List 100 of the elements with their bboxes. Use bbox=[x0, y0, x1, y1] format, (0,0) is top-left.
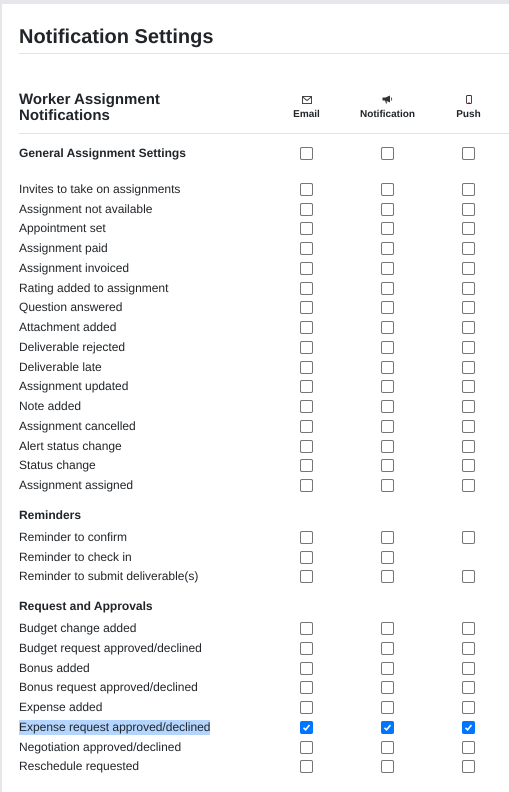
checkbox[interactable] bbox=[381, 262, 394, 275]
setting-label: Assignment cancelled bbox=[19, 418, 136, 434]
checkmark-icon bbox=[464, 722, 473, 732]
checkbox[interactable] bbox=[462, 479, 475, 492]
checkbox[interactable] bbox=[381, 340, 394, 354]
checkbox[interactable] bbox=[300, 360, 313, 374]
setting-label: Assignment paid bbox=[19, 241, 108, 256]
checkbox[interactable] bbox=[300, 701, 313, 714]
checkbox[interactable] bbox=[462, 760, 475, 774]
checkbox[interactable] bbox=[462, 360, 475, 374]
checkbox[interactable] bbox=[300, 662, 313, 675]
checkbox[interactable] bbox=[462, 146, 475, 160]
setting-label: Rating added to assignment bbox=[19, 280, 168, 296]
checkbox[interactable] bbox=[381, 380, 394, 394]
checkbox[interactable] bbox=[381, 479, 394, 492]
checkbox[interactable] bbox=[381, 321, 394, 334]
setting-label: Expense request approved/declined bbox=[19, 720, 210, 735]
setting-label: Note added bbox=[19, 399, 82, 414]
setting-label: Assignment invoiced bbox=[19, 260, 130, 276]
checkbox[interactable] bbox=[462, 301, 475, 314]
setting-label: Bonus request approved/declined bbox=[19, 680, 198, 696]
checkbox[interactable] bbox=[300, 262, 313, 275]
checkbox[interactable] bbox=[462, 282, 475, 295]
checkbox[interactable] bbox=[381, 202, 394, 216]
checkbox[interactable] bbox=[381, 440, 394, 453]
checkbox[interactable] bbox=[462, 740, 475, 754]
checkbox[interactable] bbox=[300, 459, 313, 472]
checkbox[interactable] bbox=[462, 459, 475, 472]
checkbox[interactable] bbox=[300, 740, 313, 754]
checkbox[interactable] bbox=[300, 321, 313, 334]
setting-label: Appointment set bbox=[19, 221, 106, 236]
column-header: Notification bbox=[360, 109, 415, 121]
checkbox[interactable] bbox=[300, 420, 313, 433]
checkbox[interactable] bbox=[462, 642, 475, 655]
checkbox[interactable] bbox=[300, 440, 313, 453]
checkbox[interactable] bbox=[300, 642, 313, 655]
checkbox[interactable] bbox=[381, 760, 394, 774]
setting-label: Assignment assigned bbox=[19, 478, 134, 494]
checkbox[interactable] bbox=[300, 182, 313, 196]
checkbox[interactable] bbox=[300, 282, 313, 295]
checkbox[interactable] bbox=[300, 380, 313, 394]
checkbox[interactable] bbox=[462, 570, 475, 584]
checkbox[interactable] bbox=[462, 400, 475, 414]
checkbox[interactable] bbox=[381, 360, 394, 374]
checkbox[interactable] bbox=[300, 222, 313, 236]
phone-icon bbox=[466, 95, 472, 104]
checkbox[interactable] bbox=[462, 321, 475, 334]
checkbox[interactable] bbox=[381, 681, 394, 694]
checkbox[interactable] bbox=[300, 760, 313, 774]
setting-label: Alert status change bbox=[19, 438, 122, 454]
checkbox[interactable] bbox=[300, 301, 313, 314]
section-title: Worker Assignment Notifications bbox=[19, 92, 161, 124]
checkbox[interactable] bbox=[381, 242, 394, 256]
checkbox[interactable] bbox=[381, 642, 394, 655]
checkbox[interactable] bbox=[462, 662, 475, 675]
checkbox[interactable] bbox=[381, 222, 394, 236]
checkbox[interactable] bbox=[381, 720, 394, 734]
checkbox[interactable] bbox=[462, 420, 475, 433]
checkbox[interactable] bbox=[381, 570, 394, 584]
checkbox[interactable] bbox=[381, 530, 394, 544]
checkbox[interactable] bbox=[381, 550, 394, 564]
checkbox[interactable] bbox=[381, 622, 394, 636]
checkbox[interactable] bbox=[462, 440, 475, 453]
checkbox[interactable] bbox=[300, 681, 313, 694]
envelope-icon bbox=[302, 96, 312, 104]
checkbox[interactable] bbox=[300, 570, 313, 584]
checkbox[interactable] bbox=[381, 301, 394, 314]
checkbox[interactable] bbox=[300, 400, 313, 414]
checkbox[interactable] bbox=[381, 146, 394, 160]
checkbox[interactable] bbox=[300, 530, 313, 544]
checkbox[interactable] bbox=[381, 400, 394, 414]
checkbox[interactable] bbox=[462, 262, 475, 275]
checkbox[interactable] bbox=[381, 182, 394, 196]
checkbox[interactable] bbox=[300, 720, 313, 734]
checkbox[interactable] bbox=[462, 222, 475, 236]
checkbox[interactable] bbox=[462, 622, 475, 636]
checkbox[interactable] bbox=[462, 340, 475, 354]
checkbox[interactable] bbox=[381, 420, 394, 433]
checkbox[interactable] bbox=[462, 202, 475, 216]
checkbox[interactable] bbox=[381, 701, 394, 714]
checkbox[interactable] bbox=[381, 740, 394, 754]
checkbox[interactable] bbox=[462, 182, 475, 196]
checkbox[interactable] bbox=[300, 622, 313, 636]
checkbox[interactable] bbox=[300, 479, 313, 492]
checkbox[interactable] bbox=[300, 550, 313, 564]
checkbox[interactable] bbox=[462, 701, 475, 714]
checkbox[interactable] bbox=[300, 202, 313, 216]
checkbox[interactable] bbox=[300, 242, 313, 256]
setting-label: Reminder to confirm bbox=[19, 530, 128, 545]
checkbox[interactable] bbox=[381, 282, 394, 295]
checkbox[interactable] bbox=[381, 662, 394, 675]
checkbox[interactable] bbox=[381, 459, 394, 472]
checkbox[interactable] bbox=[462, 681, 475, 694]
megaphone-icon bbox=[382, 96, 392, 104]
checkbox[interactable] bbox=[300, 146, 313, 160]
checkbox[interactable] bbox=[300, 340, 313, 354]
checkbox[interactable] bbox=[462, 720, 475, 734]
checkbox[interactable] bbox=[462, 380, 475, 394]
checkbox[interactable] bbox=[462, 530, 475, 544]
checkbox[interactable] bbox=[462, 242, 475, 256]
